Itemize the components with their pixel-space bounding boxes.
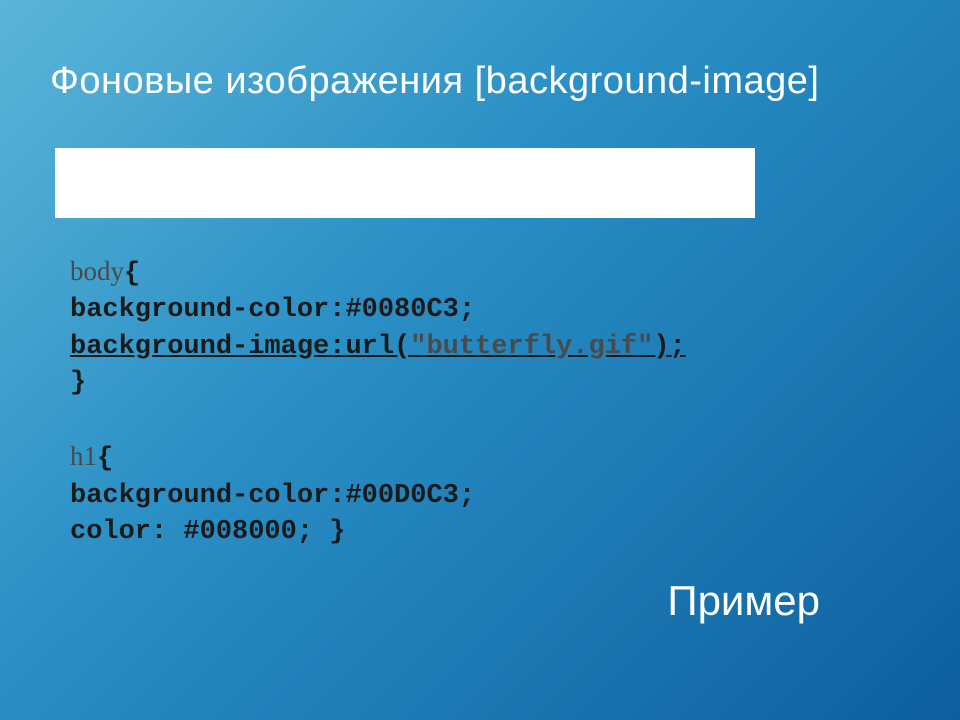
code-blank-line bbox=[70, 402, 960, 438]
code-bg-image-end: ); bbox=[653, 332, 685, 362]
code-line-2: background-color:#0080C3; bbox=[70, 292, 960, 328]
code-example: body{ background-color:#0080C3; backgrou… bbox=[70, 253, 960, 551]
code-selector-h1: h1 bbox=[70, 441, 97, 471]
code-selector-body: body bbox=[70, 256, 124, 286]
code-line-5: h1{ bbox=[70, 438, 960, 477]
code-line-4: } bbox=[70, 365, 960, 401]
code-line-7: color: #008000; } bbox=[70, 514, 960, 550]
example-label: Пример bbox=[667, 577, 820, 625]
slide-title: Фоновые изображения [background-image] bbox=[0, 0, 960, 103]
code-bg-image-value: "butterfly.gif" bbox=[410, 332, 653, 362]
white-banner bbox=[55, 148, 755, 218]
code-bg-image-prop: background-image:url( bbox=[70, 332, 410, 362]
code-line-3: background-image:url("butterfly.gif"); bbox=[70, 329, 960, 365]
code-line-1: body{ bbox=[70, 253, 960, 292]
code-brace-open-1: { bbox=[124, 259, 140, 289]
code-brace-open-2: { bbox=[97, 444, 113, 474]
code-line-6: background-color:#00D0C3; bbox=[70, 478, 960, 514]
